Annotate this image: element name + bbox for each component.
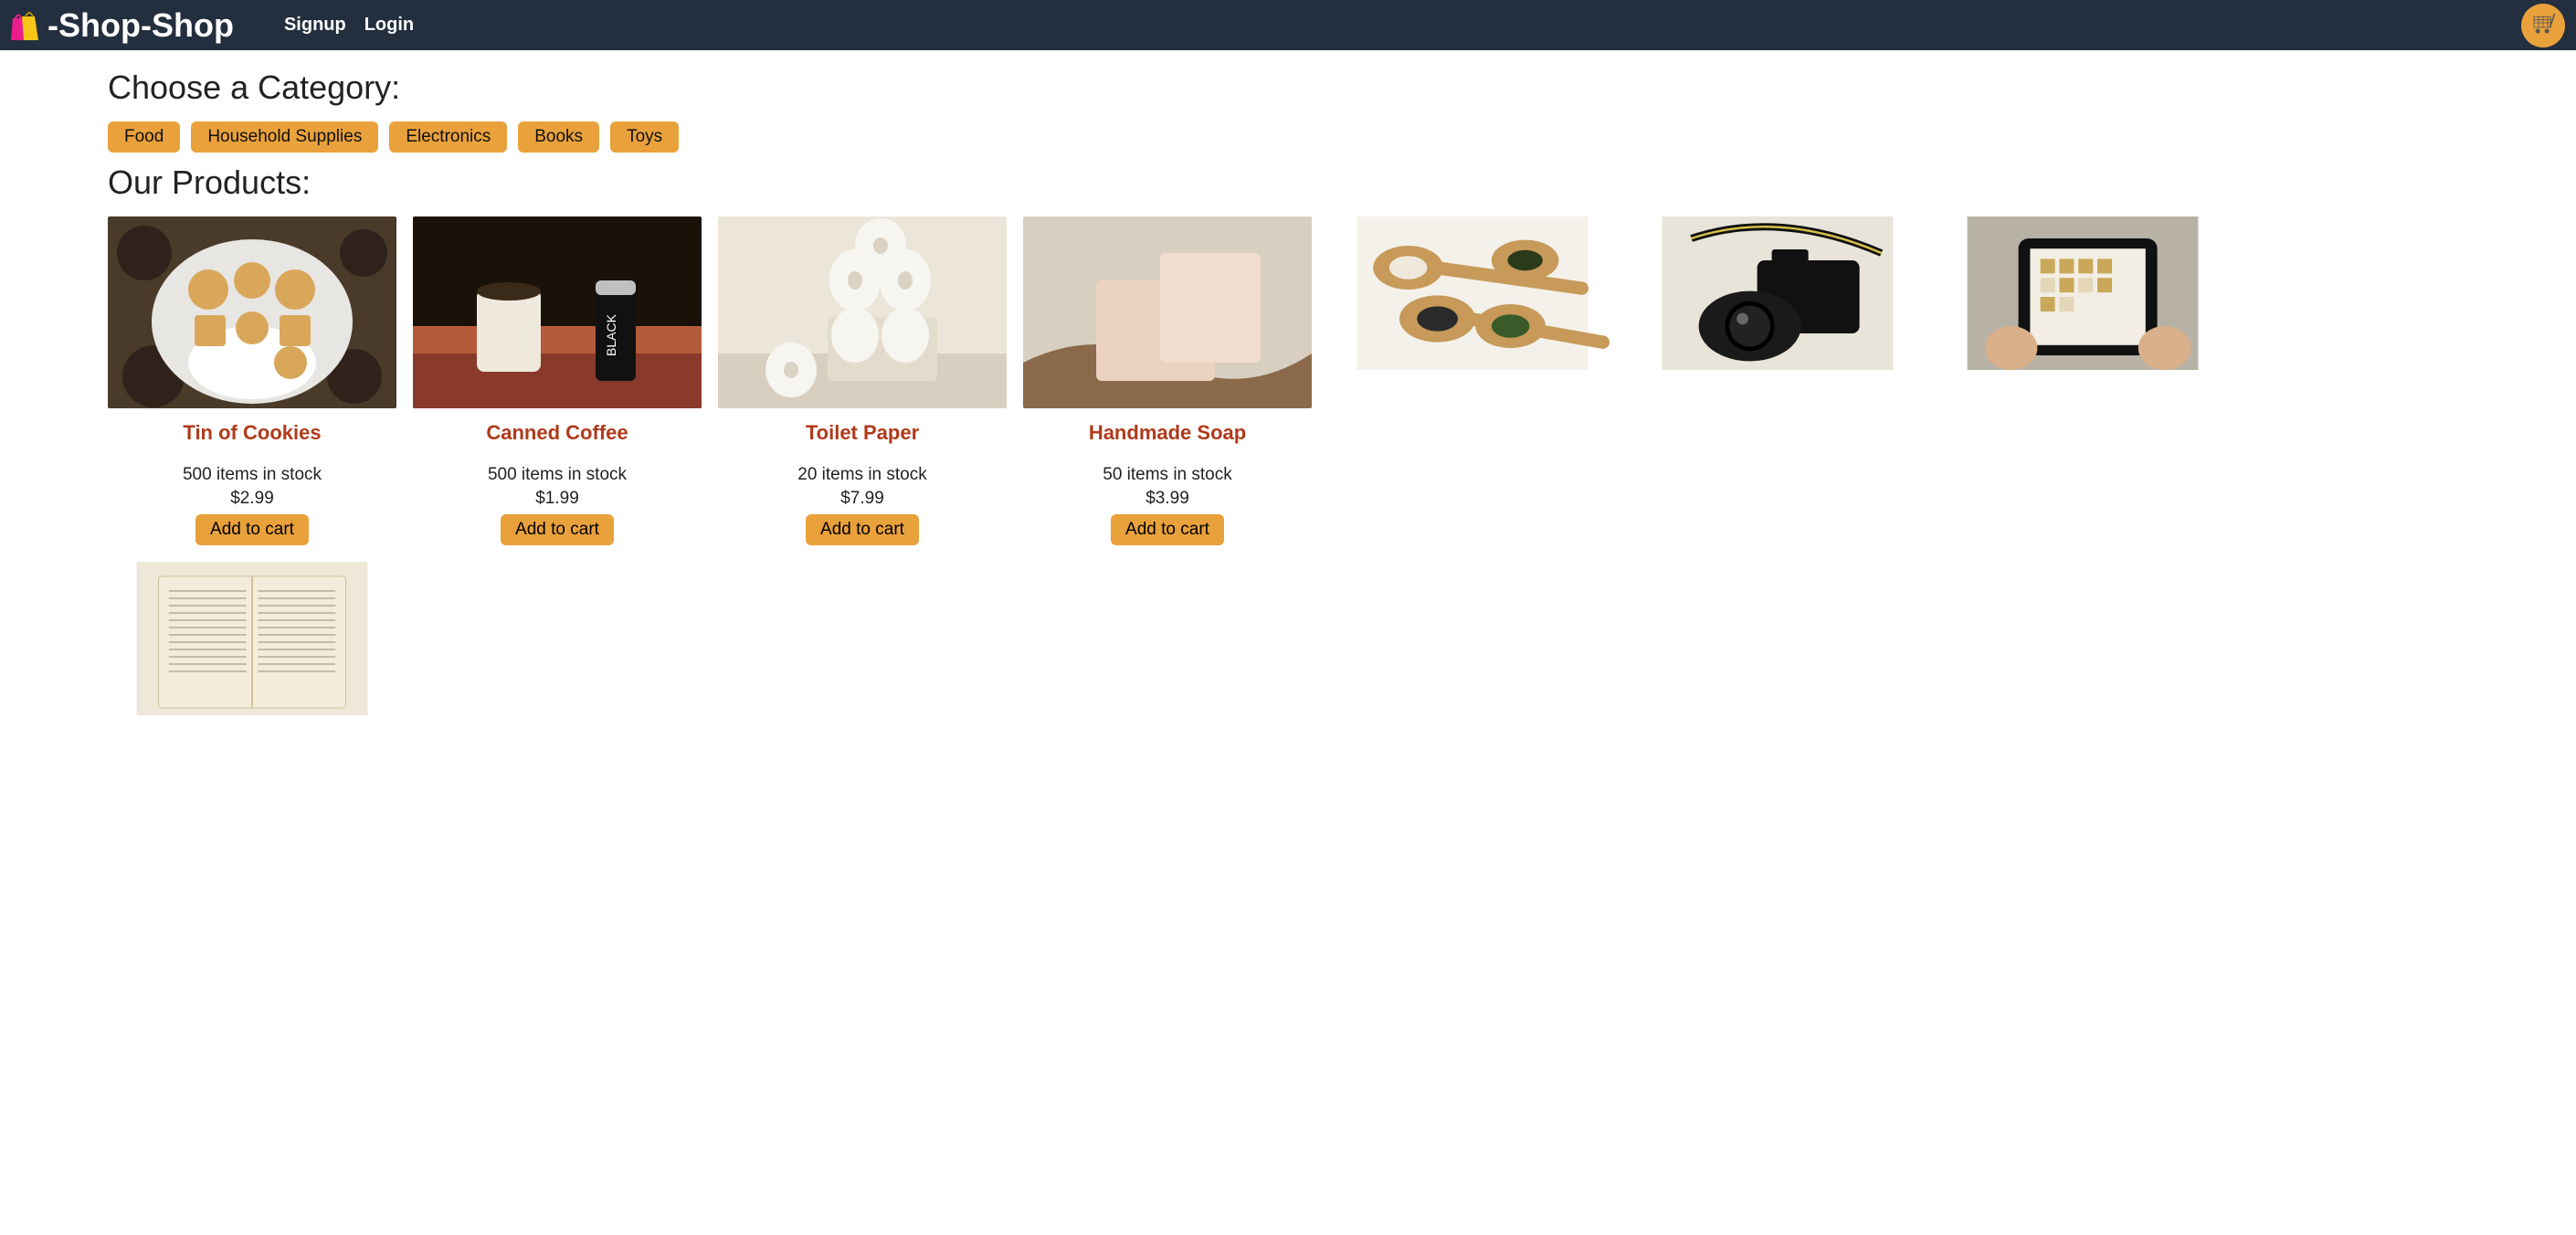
product-name-link[interactable]: Toilet Paper (806, 421, 919, 445)
add-to-cart-button[interactable]: Add to cart (1111, 514, 1224, 545)
product-card (1938, 216, 2227, 545)
brand-link[interactable]: -Shop-Shop (7, 6, 234, 45)
product-card (1328, 216, 1617, 545)
product-price: $3.99 (1023, 489, 1312, 509)
product-grid: Tin of Cookies 500 items in stock $2.99 Add… (108, 216, 2468, 715)
nav-links: Signup Login (284, 15, 414, 36)
brand-text: -Shop-Shop (48, 6, 234, 45)
product-price: $7.99 (718, 489, 1007, 509)
category-heading: Choose a Category: (108, 69, 2468, 107)
product-image[interactable] (1938, 216, 2227, 370)
top-nav: -Shop-Shop Signup Login (0, 0, 2576, 50)
add-to-cart-button[interactable]: Add to cart (501, 514, 614, 545)
signup-link[interactable]: Signup (284, 15, 346, 36)
product-name-link[interactable]: Tin of Cookies (183, 421, 321, 445)
category-pill[interactable]: Household Supplies (191, 121, 378, 153)
product-price: $1.99 (413, 489, 702, 509)
product-stock: 20 items in stock (718, 465, 1007, 485)
product-image[interactable] (718, 216, 1007, 408)
product-stock: 500 items in stock (108, 465, 396, 485)
product-card (108, 562, 396, 715)
category-pill[interactable]: Electronics (389, 121, 507, 153)
shopping-bag-icon (7, 7, 44, 44)
product-card: Tin of Cookies 500 items in stock $2.99 Add… (108, 216, 396, 545)
product-image[interactable] (108, 562, 396, 715)
category-bar: Food Household Supplies Electronics Books To… (108, 121, 2468, 153)
product-image[interactable] (413, 216, 702, 408)
category-pill[interactable]: Books (518, 121, 599, 153)
product-name-link[interactable]: Canned Coffee (486, 421, 628, 445)
product-stock: 50 items in stock (1023, 465, 1312, 485)
product-image[interactable] (1633, 216, 1922, 370)
product-card (1633, 216, 1922, 545)
login-link[interactable]: Login (364, 15, 414, 36)
add-to-cart-button[interactable]: Add to cart (806, 514, 919, 545)
main-container: Choose a Category: Food Household Supplie… (0, 50, 2576, 743)
product-image[interactable] (1328, 216, 1617, 370)
category-pill[interactable]: Toys (610, 121, 679, 153)
product-image[interactable] (108, 216, 396, 408)
product-name-link[interactable]: Handmade Soap (1089, 421, 1246, 445)
product-stock: 500 items in stock (413, 465, 702, 485)
product-price: $2.99 (108, 489, 396, 509)
product-card: Toilet Paper 20 items in stock $7.99 Add to… (718, 216, 1007, 545)
nav-left: -Shop-Shop Signup Login (7, 6, 414, 45)
cart-icon (2529, 9, 2557, 41)
category-pill[interactable]: Food (108, 121, 180, 153)
product-card: Canned Coffee 500 items in stock $1.99 Add … (413, 216, 702, 545)
add-to-cart-button[interactable]: Add to cart (195, 514, 309, 545)
product-card: Handmade Soap 50 items in stock $3.99 Add t… (1023, 216, 1312, 545)
products-heading: Our Products: (108, 164, 2468, 202)
cart-button[interactable] (2521, 4, 2565, 48)
product-image[interactable] (1023, 216, 1312, 408)
